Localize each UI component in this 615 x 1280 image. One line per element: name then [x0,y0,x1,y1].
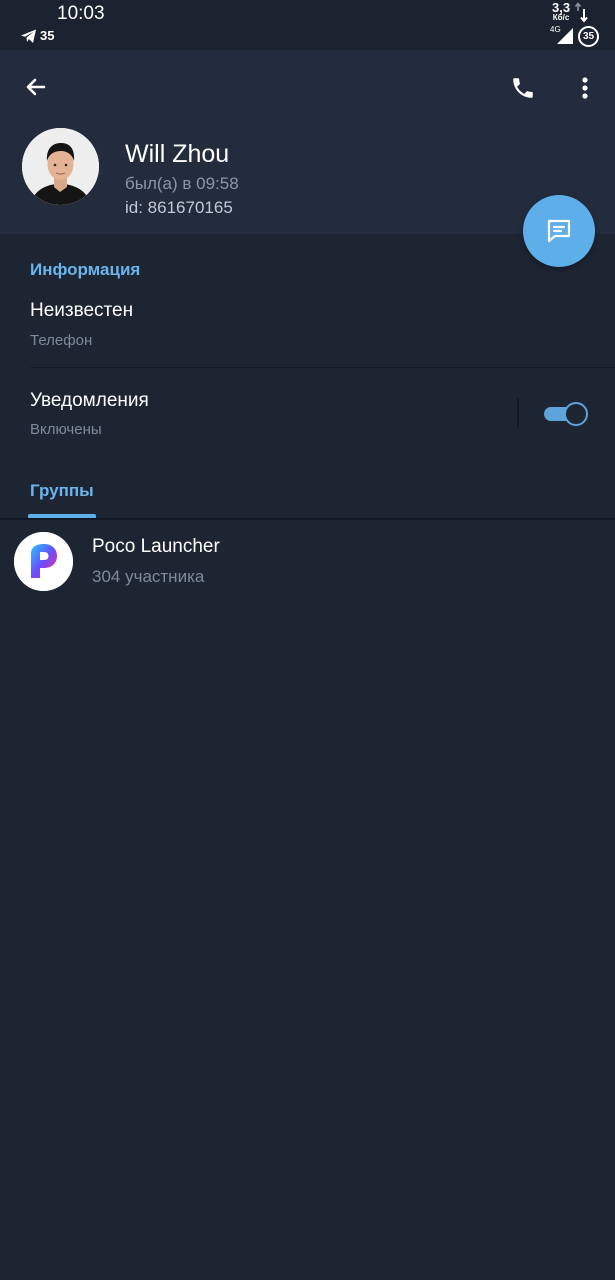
battery-icon: 35 [578,26,599,47]
group-avatar [14,532,73,591]
data-transfer-icon [574,2,588,23]
telegram-icon [21,29,36,43]
back-arrow-icon [26,78,46,96]
notifications-status: Включены [30,421,102,438]
notifications-label[interactable]: Уведомления [30,390,149,412]
message-icon [547,219,571,243]
group-members-count: 304 участника [92,567,205,586]
signal-icon [557,28,573,44]
group-name: Poco Launcher [92,536,220,557]
more-options-button[interactable] [568,67,602,109]
profile-header: Will Zhou был(а) в 09:58 id: 861670165 [0,50,615,234]
status-time: 10:03 [57,3,105,24]
profile-name: Will Zhou [125,140,230,168]
poco-logo-icon [14,532,73,591]
tab-bar-divider [0,518,615,520]
notification-count: 35 [40,28,55,43]
toggle-separator [517,398,519,428]
notifications-toggle[interactable] [544,402,588,426]
call-button[interactable] [502,67,544,109]
network-speed-unit: Кб/с [552,13,570,22]
list-item[interactable]: Poco Launcher 304 участника [0,522,615,600]
profile-photo [22,128,99,205]
tab-groups[interactable]: Группы [30,481,94,501]
phone-icon [513,78,533,98]
toggle-knob [564,402,588,426]
network-speed: 3,3 Кб/с [552,1,570,22]
more-vert-icon [582,77,588,99]
info-section-title: Информация [30,260,141,279]
avatar[interactable] [22,128,99,205]
phone-value[interactable]: Неизвестен [30,300,133,322]
phone-label: Телефон [30,332,93,349]
status-bar: 10:03 35 3,3 Кб/с 4G 35 [0,0,615,50]
user-id: id: 861670165 [125,198,233,217]
back-button[interactable] [16,67,56,107]
last-seen-status: был(а) в 09:58 [125,174,239,193]
send-message-button[interactable] [523,195,595,267]
divider [30,367,615,368]
